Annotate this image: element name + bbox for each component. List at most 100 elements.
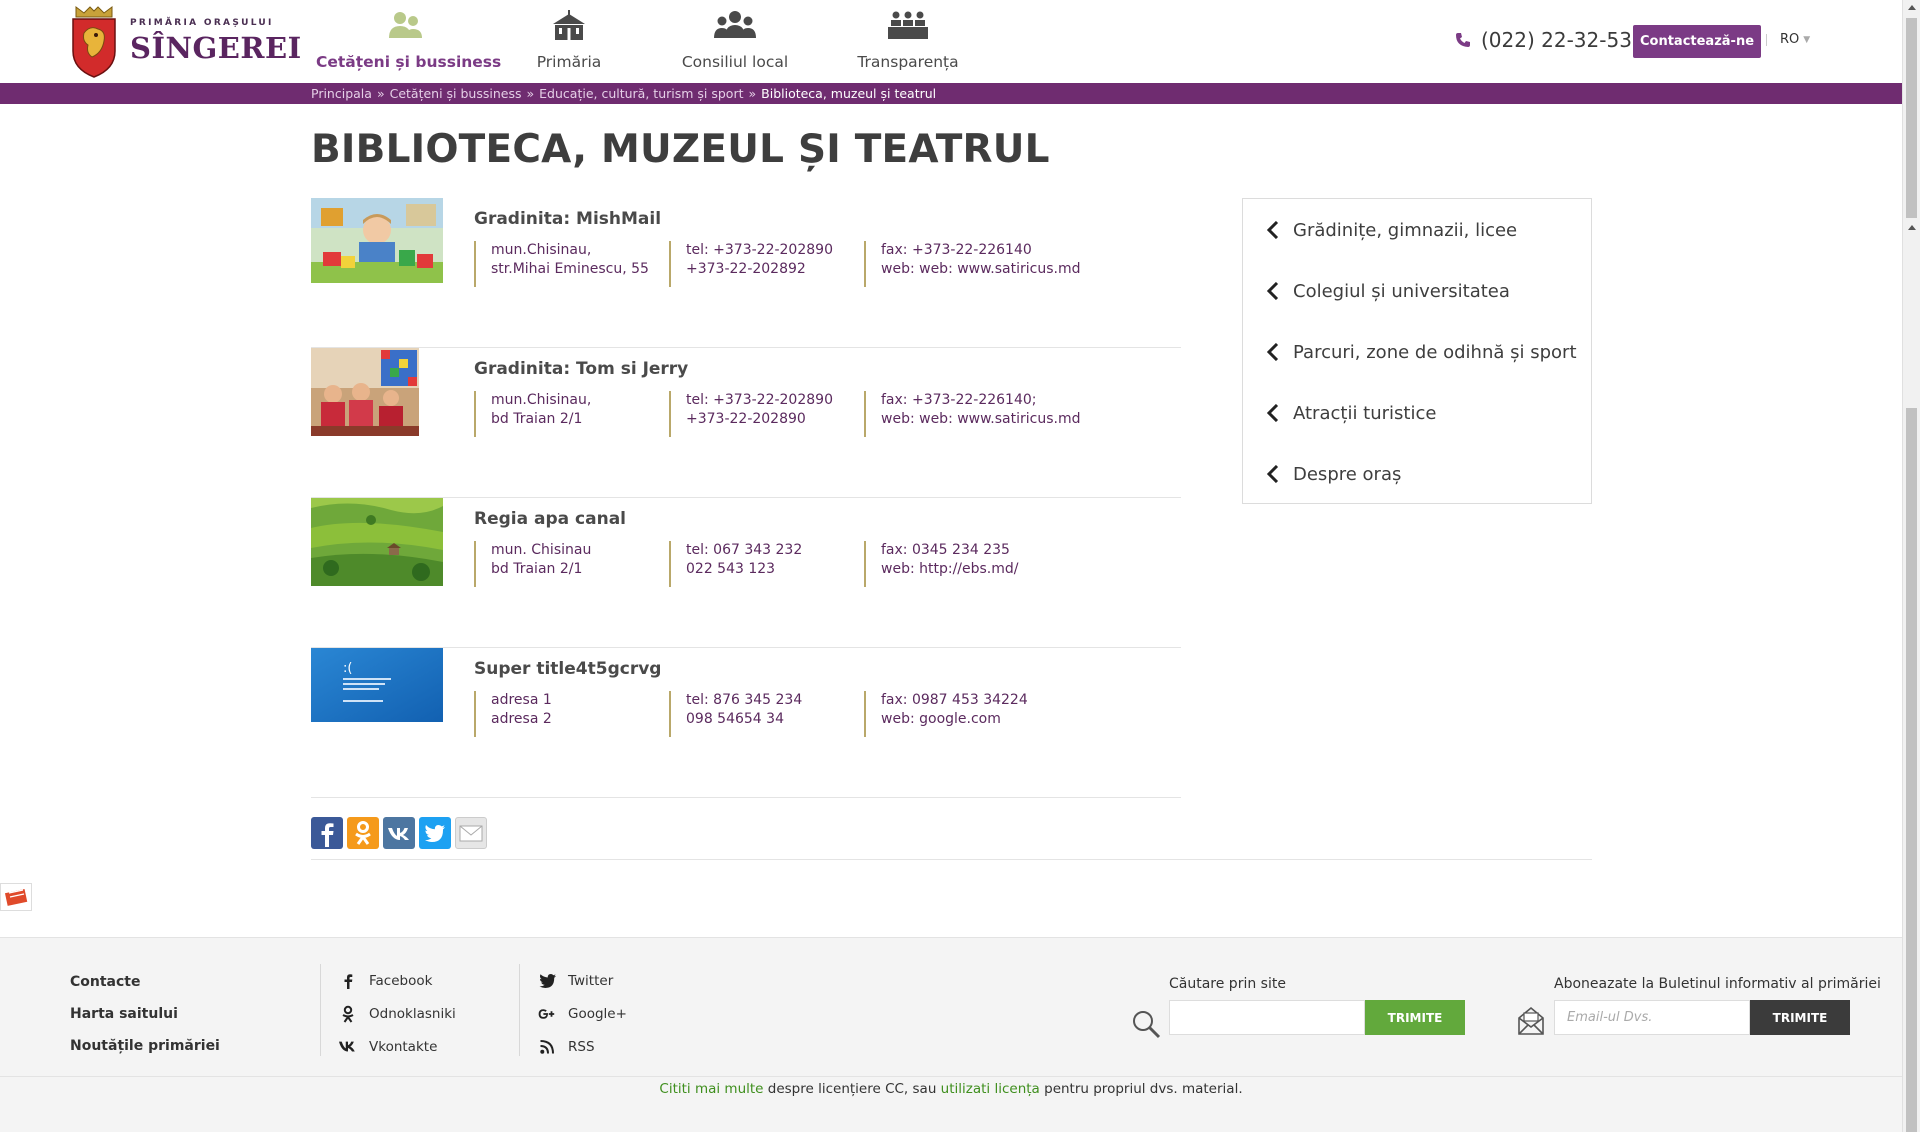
footer-links: Contacte Harta saitului Noutățile primăr… — [70, 974, 220, 1070]
entry-title[interactable]: Regia apa canal — [474, 509, 626, 529]
list-item: Regia apa canal mun. Chisinau bd Traian … — [311, 498, 1181, 648]
breadcrumb: Principala » Cetățeni și bussiness » Edu… — [311, 86, 936, 101]
odnoklassniki-icon — [355, 821, 371, 845]
entry-fax-web: fax: +373-22-226140; web: web: www.satir… — [864, 391, 1081, 437]
chevron-left-icon — [1267, 465, 1279, 483]
sidebar-item-college[interactable]: Colegiul și universitatea — [1267, 276, 1510, 306]
twitter-icon — [539, 973, 556, 988]
header-phone[interactable]: (022) 22-32-53 — [1455, 28, 1632, 52]
address-line: adresa 1 — [491, 692, 552, 708]
subscribe-submit-button[interactable]: TRIMITE — [1750, 1000, 1850, 1035]
odnoklassniki-share-button[interactable] — [347, 817, 379, 849]
nav-item-transparency[interactable]: Transparența — [828, 0, 988, 83]
site-footer: Contacte Harta saitului Noutățile primăr… — [0, 937, 1902, 1132]
transparency-icon — [888, 11, 928, 39]
fax-line: fax: 0987 453 34224 — [881, 692, 1028, 708]
social-label: RSS — [568, 1038, 595, 1055]
site-header: PRIMĂRIA ORAȘULUI SÎNGEREI Cetățeni și b… — [0, 0, 1902, 83]
web-line[interactable]: web: web: www.satiricus.md — [881, 260, 1081, 279]
social-label: Twitter — [568, 972, 614, 989]
vk-share-button[interactable] — [383, 817, 415, 849]
vk-icon — [339, 1041, 355, 1051]
nav-item-city-hall[interactable]: Primăria — [496, 0, 642, 83]
breadcrumb-separator: » — [526, 86, 535, 101]
contact-button[interactable]: Contactează-ne — [1633, 25, 1761, 58]
coat-of-arms-icon — [72, 6, 116, 78]
entry-fax-web: fax: 0987 453 34224 web: google.com — [864, 691, 1028, 737]
sidebar-item-schools[interactable]: Grădinițe, gimnazii, licee — [1267, 215, 1517, 245]
entry-phone: tel: 876 345 234 098 54654 34 — [669, 691, 802, 737]
floating-widget[interactable] — [0, 883, 32, 911]
citizens-icon — [389, 12, 422, 38]
twitter-share-button[interactable] — [419, 817, 451, 849]
footer-social-vk[interactable]: Vkontakte — [339, 1030, 456, 1063]
scrollbar-thumb[interactable] — [1906, 18, 1917, 218]
license-use-link[interactable]: utilizati licența — [941, 1081, 1040, 1097]
footer-social-odnoklassniki[interactable]: Odnoklasniki — [339, 997, 456, 1030]
nav-item-council[interactable]: Consiliul local — [642, 0, 828, 83]
email-field[interactable] — [1554, 1000, 1750, 1035]
facebook-share-button[interactable] — [311, 817, 343, 849]
kindergarten-photo[interactable] — [311, 198, 443, 283]
web-line[interactable]: web: http://ebs.md/ — [881, 560, 1019, 579]
facebook-icon — [321, 823, 334, 847]
breadcrumb-link[interactable]: Cetățeni și bussiness — [390, 86, 522, 101]
page-scrollbar[interactable] — [1902, 0, 1920, 1132]
address-line: mun.Chisinau, — [491, 242, 592, 258]
landscape-photo[interactable] — [311, 498, 443, 586]
footer-social-google-plus[interactable]: Google+ — [538, 997, 627, 1030]
entry-title[interactable]: Gradinita: MishMail — [474, 209, 661, 229]
social-label: Facebook — [369, 972, 433, 989]
footer-link-sitemap[interactable]: Harta saitului — [70, 1006, 220, 1038]
address-line: bd Traian 2/1 — [491, 411, 583, 427]
social-label: Google+ — [568, 1005, 627, 1022]
chevron-left-icon — [1267, 404, 1279, 422]
nav-item-citizens[interactable]: Cetățeni și bussiness — [316, 0, 501, 83]
breadcrumb-separator: » — [748, 86, 757, 101]
license-read-more-link[interactable]: Cititi mai multe — [659, 1081, 763, 1097]
scrollbar-thumb[interactable] — [1906, 408, 1917, 1132]
breadcrumb-link[interactable]: Educație, cultură, turism și sport — [539, 86, 743, 101]
license-text: pentru propriul dvs. material. — [1039, 1081, 1243, 1097]
phone-line: 098 54654 34 — [686, 711, 784, 727]
entry-title[interactable]: Gradinita: Tom si Jerry — [474, 359, 688, 379]
sidebar-item-parks[interactable]: Parcuri, zone de odihnă și sport — [1267, 337, 1577, 367]
search-title: Căutare prin site — [1169, 976, 1286, 992]
web-line[interactable]: web: google.com — [881, 710, 1028, 729]
entry-address: adresa 1 adresa 2 — [474, 691, 552, 737]
entry-phone: tel: +373-22-202890 +373-22-202892 — [669, 241, 833, 287]
entry-title[interactable]: Super title4t5gcrvg — [474, 659, 661, 679]
breadcrumb-bar: Principala » Cetățeni și bussiness » Edu… — [0, 83, 1902, 104]
search-input[interactable] — [1169, 1000, 1365, 1035]
license-text: despre licențiere CC, sau — [763, 1081, 941, 1097]
scroll-up-icon[interactable] — [1908, 225, 1916, 230]
sidebar-item-about[interactable]: Despre oraș — [1267, 459, 1401, 489]
site-logo[interactable]: PRIMĂRIA ORAȘULUI SÎNGEREI — [70, 5, 301, 80]
phone-number: (022) 22-32-53 — [1481, 28, 1632, 52]
footer-social-twitter[interactable]: Twitter — [538, 964, 627, 997]
web-line[interactable]: web: web: www.satiricus.md — [881, 410, 1081, 429]
scroll-up-icon[interactable] — [1908, 5, 1916, 10]
newsletter-envelope-icon — [1518, 1006, 1544, 1035]
phone-line: tel: +373-22-202890 — [686, 392, 833, 408]
fax-line: fax: 0345 234 235 — [881, 542, 1010, 558]
footer-social-rss[interactable]: RSS — [538, 1030, 627, 1063]
email-share-button[interactable] — [455, 817, 487, 849]
address-line: str.Mihai Eminescu, 55 — [491, 261, 649, 277]
kindergarten-photo[interactable] — [311, 348, 419, 436]
footer-social-facebook[interactable]: Facebook — [339, 964, 456, 997]
sidebar-item-attractions[interactable]: Atracții turistice — [1267, 398, 1436, 428]
list-item: Gradinita: MishMail mun.Chisinau, str.Mi… — [311, 198, 1181, 348]
phone-line: +373-22-202892 — [686, 261, 806, 277]
footer-link-news[interactable]: Noutățile primăriei — [70, 1038, 220, 1070]
list-item: :( Super title4t5gcrvg adresa 1 adresa 2… — [311, 648, 1181, 798]
language-selector[interactable]: RO ▼ — [1766, 32, 1810, 47]
address-line: adresa 2 — [491, 711, 552, 727]
twitter-icon — [425, 825, 445, 842]
footer-link-contacts[interactable]: Contacte — [70, 974, 220, 1006]
phone-line: tel: 067 343 232 — [686, 542, 803, 558]
breadcrumb-link[interactable]: Principala — [311, 86, 372, 101]
error-screen-photo[interactable]: :( — [311, 648, 443, 722]
search-submit-button[interactable]: TRIMITE — [1365, 1000, 1465, 1035]
logo-supertitle: PRIMĂRIA ORAȘULUI — [130, 18, 274, 28]
